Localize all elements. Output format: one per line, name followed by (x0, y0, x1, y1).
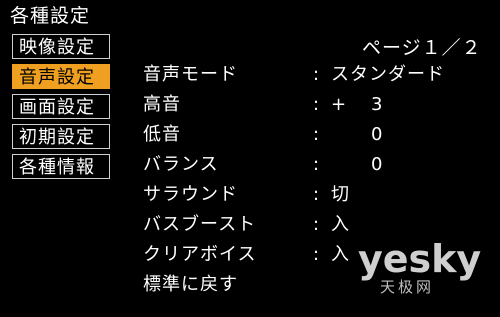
setting-separator: : (313, 214, 320, 235)
setting-label: 低音 (143, 124, 181, 145)
setting-value: スタンダード (331, 64, 445, 85)
sidebar-item-initial-settings[interactable]: 初期設定 (12, 124, 110, 149)
setting-value: 切 (331, 184, 350, 205)
watermark-sub: 天极网 (380, 278, 435, 296)
setting-value: 入 (331, 214, 350, 235)
sidebar-item-video-settings[interactable]: 映像設定 (12, 34, 110, 59)
watermark-brand: yesky (358, 237, 482, 281)
setting-separator: : (313, 154, 320, 175)
setting-value: 3 (371, 94, 384, 115)
setting-separator: : (313, 64, 320, 85)
setting-label: バランス (143, 154, 219, 175)
page-indicator: ページ１／２ (362, 37, 482, 59)
setting-value: 入 (331, 244, 350, 265)
setting-separator: : (313, 94, 320, 115)
settings-screen: 各種設定 映像設定 音声設定 画面設定 初期設定 各種情報 ページ１／２ 音声モ… (0, 0, 500, 317)
setting-value: 0 (371, 154, 384, 175)
sidebar-item-screen-settings[interactable]: 画面設定 (12, 94, 110, 119)
setting-value: 0 (371, 124, 384, 145)
setting-separator: : (313, 124, 320, 145)
watermark-logo: yesky 天极网 (358, 238, 498, 308)
sidebar-item-information[interactable]: 各種情報 (12, 154, 110, 179)
setting-separator: : (313, 184, 320, 205)
setting-label: サラウンド (143, 184, 238, 205)
menu-title: 各種設定 (10, 5, 91, 27)
reset-defaults-label: 標準に戻す (143, 274, 238, 295)
setting-label: 音声モード (143, 64, 238, 85)
setting-sign: + (331, 94, 347, 115)
setting-label: バスブースト (143, 214, 257, 235)
setting-label: 高音 (143, 94, 181, 115)
setting-separator: : (313, 244, 320, 265)
setting-label: クリアボイス (143, 244, 257, 265)
sidebar-item-audio-settings[interactable]: 音声設定 (12, 64, 110, 89)
